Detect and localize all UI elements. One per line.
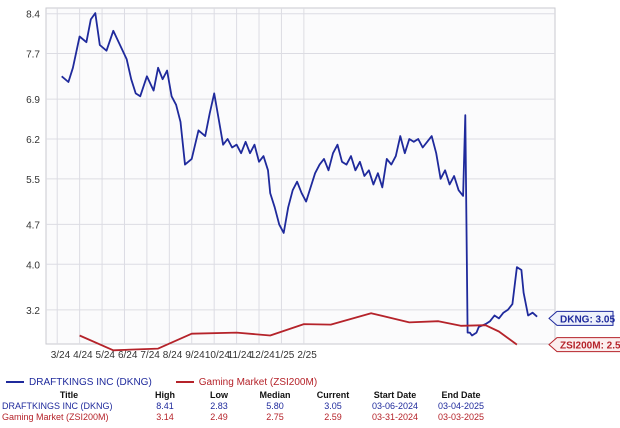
x-tick-label: 4/24	[73, 350, 93, 361]
stats-cell: 2.49	[210, 412, 228, 422]
stats-header-row: Title High Low Median Current Start Date…	[0, 390, 494, 401]
stats-cell: 03-06-2024	[371, 401, 419, 411]
end-label-text: DKNG: 3.05	[560, 314, 615, 325]
legend-label-gaming-market: Gaming Market (ZSI200M)	[198, 376, 318, 388]
x-tick-label: 12/24	[250, 350, 275, 361]
x-tick-label: 6/24	[118, 350, 138, 361]
x-tick-label: 3/24	[51, 350, 71, 361]
legend-swatch-gaming-market	[175, 381, 194, 383]
x-tick-label: 1/25	[275, 350, 295, 361]
stats-header-median: Median	[259, 390, 291, 400]
y-tick-label: 3.2	[26, 306, 40, 317]
end-label-gaming-market: ZSI200M: 2.59	[548, 337, 620, 353]
stats-header-low: Low	[210, 390, 228, 400]
stats-cell: 2.83	[210, 401, 228, 411]
plot-area	[45, 7, 556, 345]
stats-cell: DRAFTKINGS INC (DKNG)	[2, 401, 113, 411]
legend-item-gaming-market: Gaming Market (ZSI200M)	[175, 376, 318, 388]
end-label-dkng: DKNG: 3.05	[548, 310, 615, 326]
legend-label-dkng: DRAFTKINGS INC (DKNG)	[29, 376, 152, 388]
stats-cell: 03-04-2025	[437, 401, 485, 411]
chart-svg: 8.4 7.7 6.9 6.2 5.5 4.7 4.0 3.2 3/24 4/24 5/24 6/24…	[26, 7, 620, 361]
y-tick-label: 5.5	[26, 175, 40, 186]
stats-cell: 2.59	[324, 412, 342, 422]
stats-cell: Gaming Market (ZSI200M)	[2, 412, 109, 422]
x-tick-label: 8/24	[163, 350, 183, 361]
end-label-text: ZSI200M: 2.59	[560, 341, 620, 352]
stats-header-high: High	[155, 390, 175, 400]
x-tick-label: 5/24	[96, 350, 116, 361]
y-tick-label: 7.7	[26, 50, 40, 61]
stats-cell: 03-31-2024	[371, 412, 419, 422]
stats-cell: 3.14	[156, 412, 174, 422]
y-tick-label: 6.2	[26, 135, 40, 146]
price-chart: 8.4 7.7 6.9 6.2 5.5 4.7 4.0 3.2 3/24 4/24 5/24 6/24…	[0, 0, 620, 372]
stats-cell: 8.41	[156, 401, 174, 411]
x-tick-label: 7/24	[140, 350, 160, 361]
x-tick-label: 10/24	[205, 350, 230, 361]
stats-cell: 3.05	[324, 401, 342, 411]
legend-swatch-dkng	[6, 381, 24, 383]
legend: DRAFTKINGS INC (DKNG) Gaming Market (ZSI…	[0, 372, 620, 392]
stats-header-start-date: Start Date	[373, 390, 417, 400]
stats-header-current: Current	[316, 390, 350, 400]
legend-item-dkng: DRAFTKINGS INC (DKNG)	[6, 377, 152, 388]
stats-cell: 2.75	[266, 412, 284, 422]
y-tick-label: 4.0	[26, 260, 40, 271]
stats-header-title: Title	[59, 390, 79, 400]
y-tick-label: 4.7	[26, 220, 40, 231]
stats-cell: 5.80	[266, 401, 284, 411]
stats-table: Title High Low Median Current Start Date…	[0, 390, 494, 423]
y-tick-label: 8.4	[26, 10, 40, 21]
y-tick-label: 6.9	[26, 95, 40, 106]
stats-header-end-date: End Date	[441, 390, 481, 400]
stats-row-dkng: DRAFTKINGS INC (DKNG) 8.41 2.83 5.80 3.0…	[0, 401, 494, 412]
stats-row-gaming-market: Gaming Market (ZSI200M) 3.14 2.49 2.75 2…	[0, 412, 494, 423]
x-tick-label: 2/25	[297, 350, 317, 361]
stats-cell: 03-03-2025	[437, 412, 485, 422]
x-tick-label: 9/24	[185, 350, 205, 361]
x-tick-label: 11/24	[228, 350, 253, 361]
